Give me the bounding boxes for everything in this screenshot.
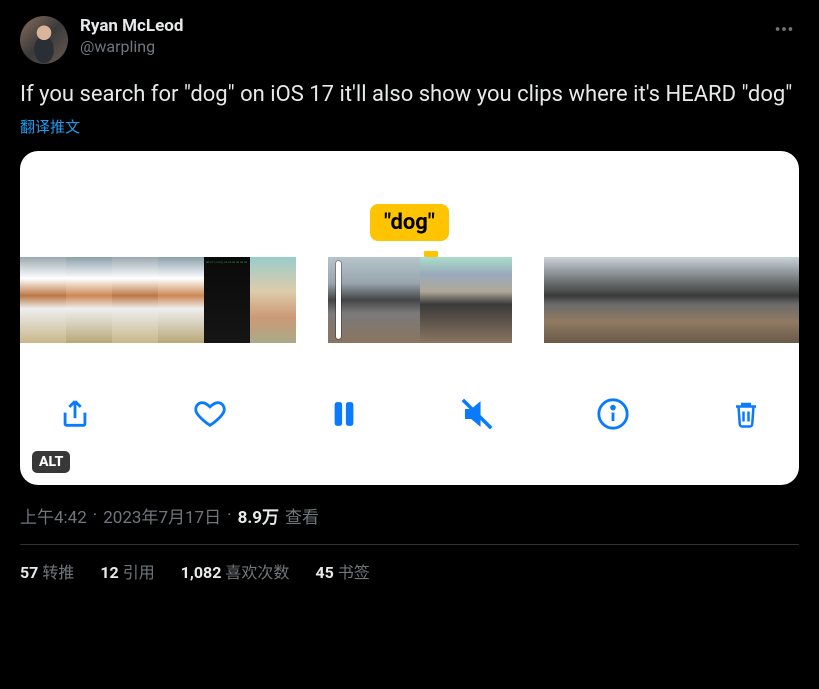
alt-text-badge[interactable]: ALT: [32, 451, 70, 473]
video-thumbnail[interactable]: [374, 257, 420, 343]
video-thumbnail[interactable]: [328, 257, 374, 343]
quotes-stat[interactable]: 12 引用: [100, 559, 154, 583]
video-controls: [20, 343, 799, 485]
video-thumbnail[interactable]: [590, 257, 636, 343]
divider: [20, 544, 799, 545]
stat-label: 喜欢次数: [225, 563, 289, 582]
video-timeline[interactable]: let x=1; run(); ok ok ok ok ok ok: [20, 257, 799, 343]
tweet-date[interactable]: 2023年7月17日: [103, 503, 221, 528]
ellipsis-icon: [773, 18, 795, 40]
avatar[interactable]: [20, 16, 68, 64]
video-thumbnail[interactable]: [728, 257, 774, 343]
caption-tooltip-row: "dog": [20, 151, 799, 257]
tweet-container: Ryan McLeod @warpling If you search for …: [0, 0, 819, 583]
stat-number: 57: [20, 563, 38, 582]
stat-label: 转推: [42, 563, 74, 582]
author-handle[interactable]: @warpling: [80, 37, 183, 57]
video-thumbnail[interactable]: [682, 257, 728, 343]
clip-group[interactable]: [544, 257, 799, 343]
heart-icon: [193, 397, 227, 431]
media-attachment[interactable]: "dog" let x=1; run(); ok ok ok ok ok ok: [20, 151, 799, 485]
bookmarks-stat[interactable]: 45 书签: [315, 559, 369, 583]
display-name[interactable]: Ryan McLeod: [80, 16, 183, 37]
video-thumbnail[interactable]: [544, 257, 590, 343]
tweet-text: If you search for "dog" on iOS 17 it'll …: [20, 80, 799, 110]
delete-button[interactable]: [731, 397, 761, 431]
tweet-time[interactable]: 上午4:42: [20, 503, 87, 528]
meta-separator: ·: [93, 505, 97, 525]
video-thumbnail[interactable]: [250, 257, 296, 343]
pause-button[interactable]: [329, 397, 359, 431]
tweet-header: Ryan McLeod @warpling: [20, 16, 799, 64]
info-button[interactable]: [596, 397, 630, 431]
translate-link[interactable]: 翻译推文: [20, 116, 799, 137]
stat-label: 书签: [338, 563, 370, 582]
trash-icon: [731, 397, 761, 431]
stat-number: 1,082: [181, 563, 222, 582]
video-thumbnail[interactable]: let x=1; run(); ok ok ok ok ok ok: [204, 257, 250, 343]
clip-group-active[interactable]: [328, 257, 512, 343]
speaker-muted-icon: [460, 397, 494, 431]
retweets-stat[interactable]: 57转推: [20, 559, 74, 583]
share-button[interactable]: [58, 397, 92, 431]
stat-number: 12: [100, 563, 118, 582]
info-icon: [596, 397, 630, 431]
engagement-stats: 57转推 12 引用 1,082喜欢次数 45 书签: [20, 559, 799, 583]
video-thumbnail[interactable]: [112, 257, 158, 343]
likes-stat[interactable]: 1,082喜欢次数: [181, 559, 290, 583]
caption-tooltip: "dog": [370, 204, 449, 241]
views-count-number: 8.9万: [238, 503, 279, 528]
views-count-label: 查看: [285, 503, 319, 528]
like-button[interactable]: [193, 397, 227, 431]
stat-label: 引用: [123, 563, 155, 582]
meta-separator: ·: [227, 505, 231, 525]
video-thumbnail[interactable]: [420, 257, 466, 343]
stat-number: 45: [315, 563, 333, 582]
tweet-metadata: 上午4:42 · 2023年7月17日 · 8.9万 查看: [20, 503, 799, 528]
video-thumbnail[interactable]: [20, 257, 66, 343]
clip-group[interactable]: let x=1; run(); ok ok ok ok ok ok: [20, 257, 296, 343]
video-thumbnail[interactable]: [774, 257, 799, 343]
share-icon: [58, 397, 92, 431]
video-thumbnail[interactable]: [636, 257, 682, 343]
author-names: Ryan McLeod @warpling: [80, 16, 183, 57]
video-thumbnail[interactable]: [158, 257, 204, 343]
video-thumbnail[interactable]: [66, 257, 112, 343]
video-scrubber-ui: "dog" let x=1; run(); ok ok ok ok ok ok: [20, 151, 799, 485]
video-thumbnail[interactable]: [466, 257, 512, 343]
more-options-button[interactable]: [769, 14, 799, 48]
pause-icon: [329, 397, 359, 431]
mute-button[interactable]: [460, 397, 494, 431]
